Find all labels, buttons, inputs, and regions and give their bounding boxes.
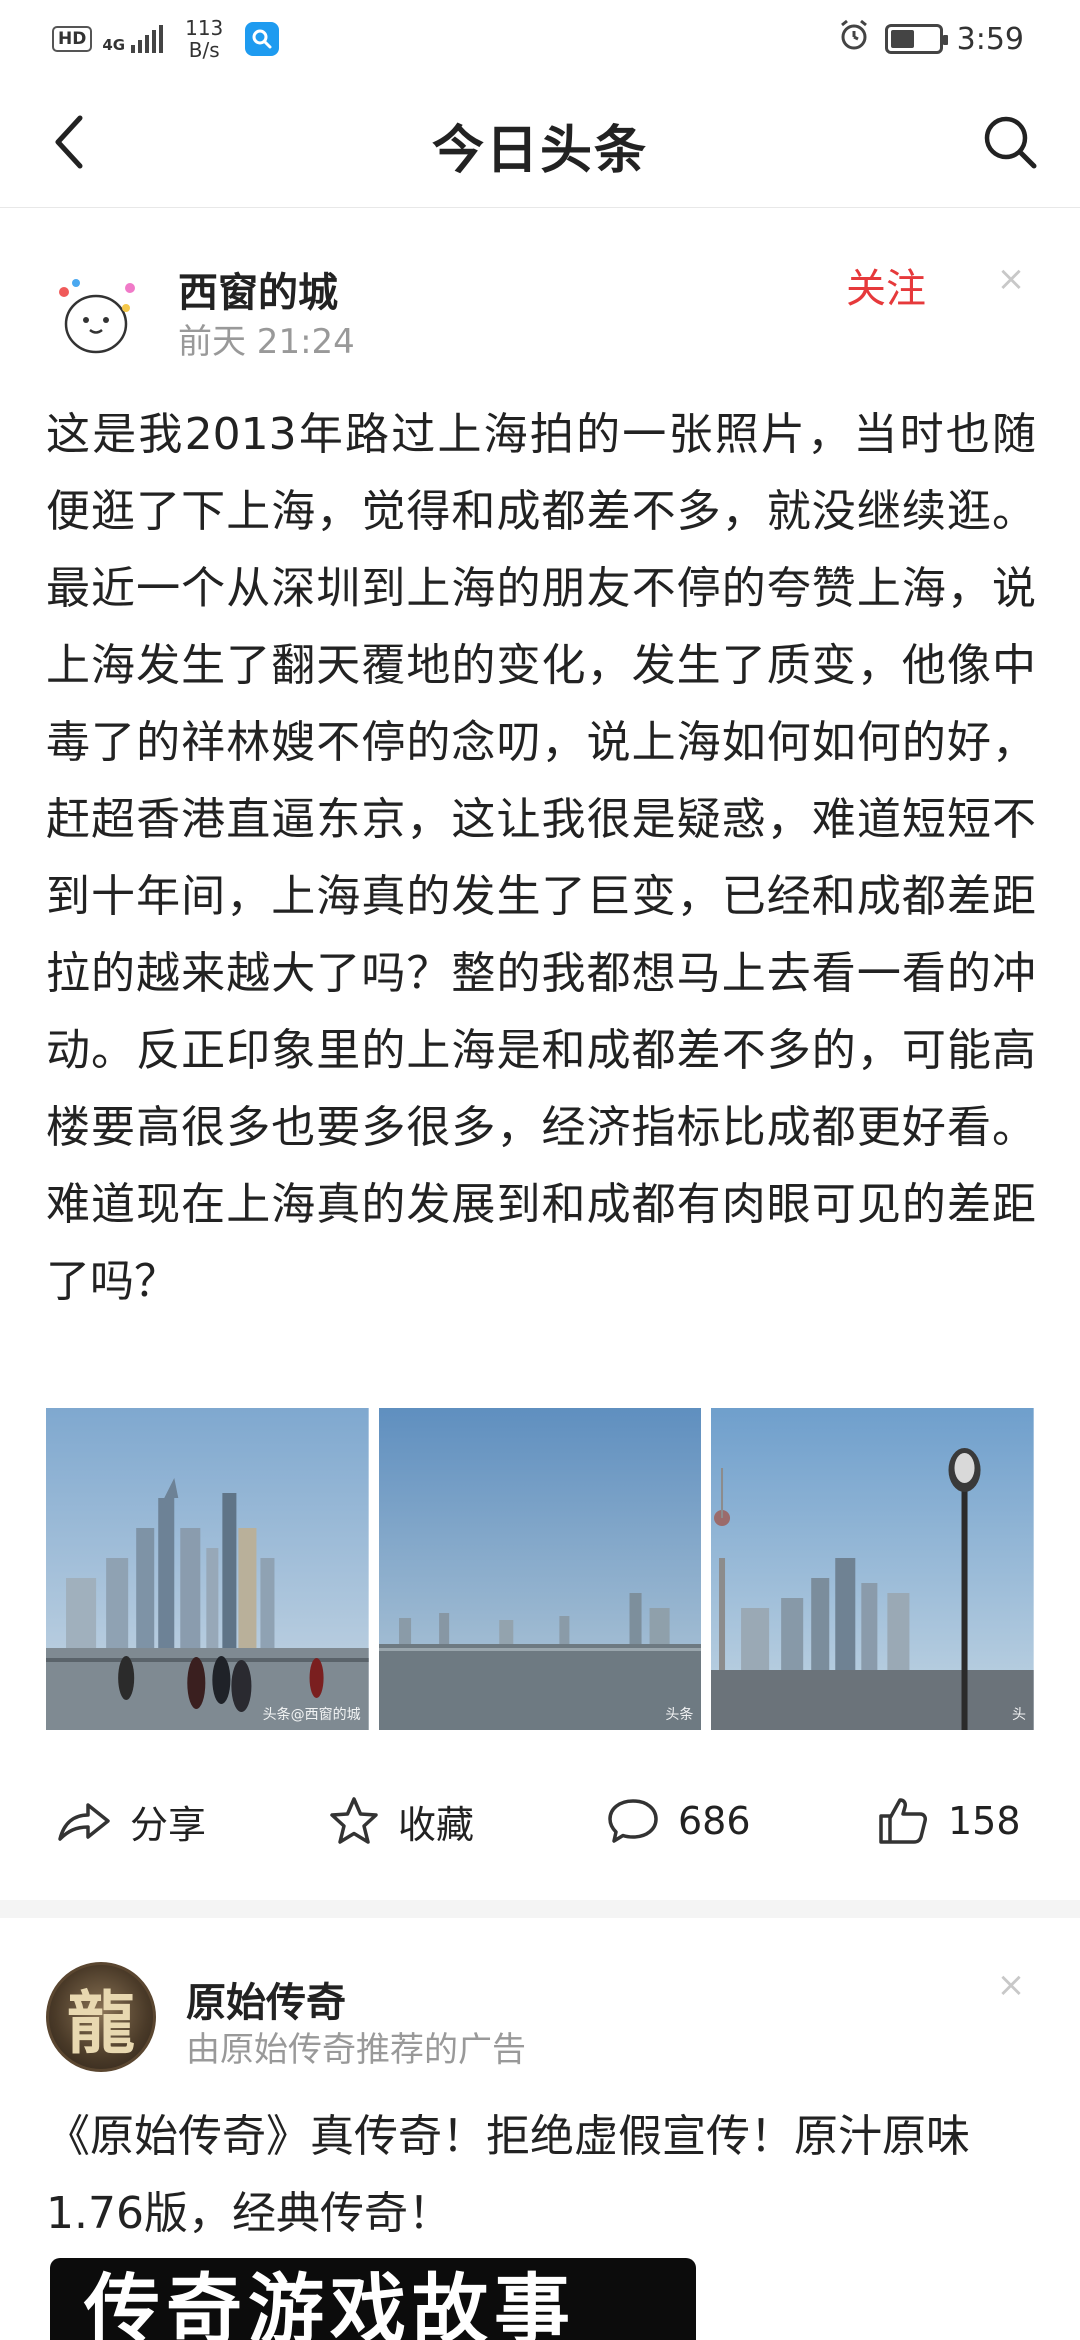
comment-count: 686 [678, 1799, 751, 1843]
post-image-1[interactable]: 头条@西窗的城 [46, 1408, 369, 1730]
hd-icon: HD [52, 26, 93, 52]
post-body[interactable]: 这是我2013年路过上海拍的一张照片，当时也随便逛了下上海，觉得和成都差不多，就… [46, 396, 1036, 1320]
ad-card: 龍 原始传奇 由原始传奇推荐的广告 × 《原始传奇》真传奇！拒绝虚假宣传！原汁原… [0, 1918, 1080, 2340]
thumbs-up-icon [879, 1798, 927, 1844]
ad-avatar[interactable]: 龍 [46, 1962, 156, 2072]
speed-value: 113 [185, 16, 224, 40]
speed-unit: B/s [188, 38, 220, 62]
status-bar: HD 4G 113 B/s 3:59 [0, 0, 1080, 78]
battery-icon [884, 24, 948, 54]
app-header: 今日头条 [0, 80, 1080, 208]
like-button[interactable]: 158 [876, 1786, 1021, 1856]
search-icon [984, 116, 1037, 169]
clock: 3:59 [956, 21, 1024, 57]
avatar[interactable] [46, 266, 146, 366]
network-speed: 113 B/s [185, 17, 223, 61]
post-image-3[interactable]: 头 [711, 1408, 1035, 1730]
signal-icon: 4G [102, 25, 164, 54]
close-icon[interactable]: × [994, 262, 1028, 296]
ad-banner-text: 传奇游戏故事 [84, 2265, 576, 2340]
post-actions: 分享 收藏 686 158 [0, 1772, 1080, 1872]
page-title: 今日头条 [431, 121, 648, 181]
app-notification-icon [245, 22, 280, 56]
post-time: 前天 21:24 [178, 322, 355, 362]
ad-advertiser-name[interactable]: 原始传奇 [186, 1970, 346, 2028]
close-icon[interactable]: × [994, 1968, 1028, 2002]
favorite-button[interactable]: 收藏 [328, 1786, 474, 1856]
status-right: 3:59 [837, 14, 1024, 64]
search-button[interactable] [970, 102, 1050, 182]
ad-disclosure: 由原始传奇推荐的广告 [186, 2030, 526, 2070]
image-grid: 头条@西窗的城 头条 头 [46, 1408, 1035, 1730]
post-image-2[interactable]: 头条 [378, 1408, 702, 1730]
follow-button[interactable]: 关注 [846, 256, 926, 314]
image-watermark: 头条@西窗的城 [262, 1707, 361, 1723]
favorite-label: 收藏 [398, 1802, 475, 1847]
alarm-icon [837, 18, 871, 60]
ad-text[interactable]: 《原始传奇》真传奇！拒绝虚假宣传！原汁原味1.76版，经典传奇！ [46, 2098, 1036, 2252]
image-watermark: 头 [1012, 1707, 1027, 1723]
star-icon [330, 1797, 378, 1844]
image-watermark: 头条 [665, 1707, 694, 1723]
ad-avatar-char: 龍 [66, 1983, 135, 2064]
ad-banner-image[interactable]: 传奇游戏故事 [50, 2258, 696, 2340]
like-count: 158 [948, 1799, 1021, 1843]
author-name[interactable]: 西窗的城 [178, 260, 338, 318]
feed-post: 西窗的城 前天 21:24 关注 × 这是我2013年路过上海拍的一张照片，当时… [0, 210, 1080, 1900]
status-left: HD 4G 113 B/s [52, 14, 280, 64]
share-button[interactable]: 分享 [56, 1786, 206, 1856]
comment-icon [608, 1799, 658, 1843]
share-label: 分享 [130, 1802, 207, 1847]
section-divider [0, 1900, 1080, 1918]
comment-button[interactable]: 686 [606, 1786, 751, 1856]
signal-label: 4G [102, 36, 126, 54]
share-icon [58, 1803, 110, 1841]
